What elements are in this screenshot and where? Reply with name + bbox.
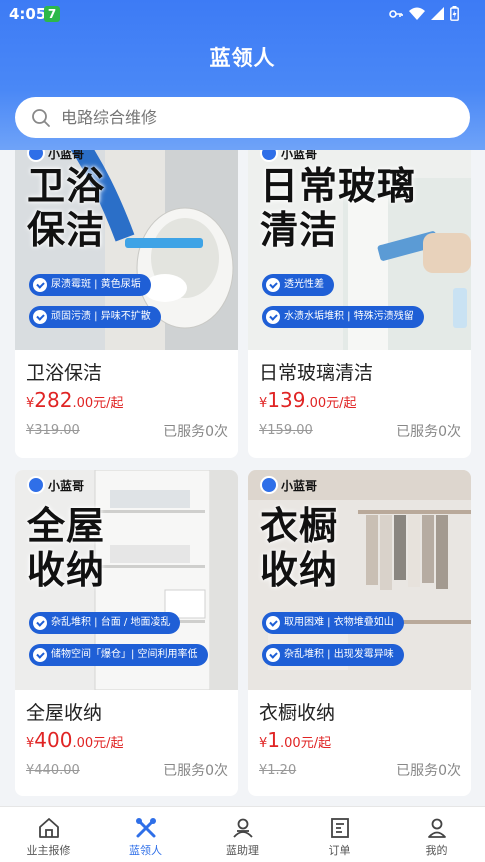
- service-image: 小蓝哥 卫浴 保洁 尿渍霉斑 | 黄色尿垢 顽固污渍 | 异味不扩散: [15, 150, 238, 350]
- feature-tag: 杂乱堆积 | 出现发霉异味: [262, 644, 404, 666]
- battery-icon: [450, 6, 459, 21]
- feature-tag: 水渍水垢堆积 | 特殊污渍残留: [262, 306, 424, 328]
- service-name: 衣橱收纳: [259, 702, 336, 724]
- original-price: ¥319.00: [26, 423, 80, 438]
- service-name: 日常玻璃清洁: [259, 362, 374, 384]
- brand-label: 小蓝哥: [27, 150, 84, 162]
- order-icon: [330, 818, 349, 838]
- brand-label: 小蓝哥: [260, 150, 317, 162]
- search-bar[interactable]: [15, 97, 470, 138]
- banner-title: 日常玻璃 清洁: [260, 164, 417, 252]
- service-price: ¥400.00元/起: [26, 728, 124, 752]
- service-image: 小蓝哥 日常玻璃 清洁 透光性差 水渍水垢堆积 | 特殊污渍残留: [248, 150, 471, 350]
- key-icon: [389, 9, 403, 18]
- service-image: 小蓝哥 全屋 收纳 杂乱堆积 | 台面 / 地面凌乱 储物空间「爆仓」| 空间利…: [15, 470, 238, 690]
- wifi-icon: [409, 7, 425, 20]
- served-count: 已服务0次: [396, 424, 461, 440]
- brand-logo-icon: [27, 150, 45, 162]
- service-grid: 小蓝哥 卫浴 保洁 尿渍霉斑 | 黄色尿垢 顽固污渍 | 异味不扩散 卫浴保洁 …: [0, 150, 485, 805]
- service-price: ¥1.00元/起: [259, 728, 332, 752]
- app-notification-icon: 7: [44, 6, 60, 22]
- banner-title: 卫浴 保洁: [27, 164, 106, 252]
- brand-label: 小蓝哥: [260, 476, 317, 494]
- service-card[interactable]: 小蓝哥 全屋 收纳 杂乱堆积 | 台面 / 地面凌乱 储物空间「爆仓」| 空间利…: [15, 470, 238, 796]
- person-icon: [232, 818, 253, 838]
- brand-label: 小蓝哥: [27, 476, 84, 494]
- bottom-tab-bar: 业主报修 蓝领人 蓝助理 订单 我的: [0, 806, 485, 862]
- tab-owner-repair[interactable]: 业主报修: [0, 807, 97, 862]
- search-icon: [32, 109, 50, 127]
- banner-title: 全屋 收纳: [27, 504, 106, 592]
- service-image: 小蓝哥 衣橱 收纳 取用困难 | 衣物堆叠如山 杂乱堆积 | 出现发霉异味: [248, 470, 471, 690]
- feature-tag: 透光性差: [262, 274, 334, 296]
- service-name: 全屋收纳: [26, 702, 103, 724]
- tab-orders[interactable]: 订单: [291, 807, 388, 862]
- status-icons: [389, 6, 459, 21]
- brand-logo-icon: [260, 150, 278, 162]
- page-title: 蓝领人: [209, 46, 276, 70]
- service-price: ¥139.00元/起: [259, 388, 357, 412]
- status-bar: 4:05 7: [0, 0, 485, 28]
- banner-title: 衣橱 收纳: [260, 504, 339, 592]
- feature-tag: 取用困难 | 衣物堆叠如山: [262, 612, 404, 634]
- service-card[interactable]: 小蓝哥 卫浴 保洁 尿渍霉斑 | 黄色尿垢 顽固污渍 | 异味不扩散 卫浴保洁 …: [15, 150, 238, 458]
- service-card[interactable]: 小蓝哥 日常玻璃 清洁 透光性差 水渍水垢堆积 | 特殊污渍残留 日常玻璃清洁 …: [248, 150, 471, 458]
- served-count: 已服务0次: [163, 763, 228, 779]
- brand-logo-icon: [27, 476, 45, 494]
- status-time: 4:05: [9, 5, 47, 23]
- tab-mine[interactable]: 我的: [388, 807, 485, 862]
- tools-icon: [135, 818, 156, 838]
- service-name: 卫浴保洁: [26, 362, 103, 384]
- header: 4:05 7 蓝领人: [0, 0, 485, 150]
- service-price: ¥282.00元/起: [26, 388, 124, 412]
- tab-assistant[interactable]: 蓝助理: [194, 807, 291, 862]
- search-input[interactable]: [61, 105, 441, 129]
- feature-tag: 顽固污渍 | 异味不扩散: [29, 306, 161, 328]
- served-count: 已服务0次: [163, 424, 228, 440]
- feature-tag: 杂乱堆积 | 台面 / 地面凌乱: [29, 612, 181, 634]
- tab-blue-collar[interactable]: 蓝领人: [97, 807, 194, 862]
- signal-icon: [431, 7, 444, 20]
- service-card[interactable]: 小蓝哥 衣橱 收纳 取用困难 | 衣物堆叠如山 杂乱堆积 | 出现发霉异味 衣橱…: [248, 470, 471, 796]
- served-count: 已服务0次: [396, 763, 461, 779]
- original-price: ¥440.00: [26, 763, 80, 778]
- feature-tag: 储物空间「爆仓」| 空间利用率低: [29, 644, 208, 666]
- brand-logo-icon: [260, 476, 278, 494]
- original-price: ¥1.20: [259, 763, 297, 778]
- profile-icon: [427, 818, 446, 838]
- feature-tag: 尿渍霉斑 | 黄色尿垢: [29, 274, 151, 296]
- home-icon: [38, 818, 59, 838]
- original-price: ¥159.00: [259, 423, 313, 438]
